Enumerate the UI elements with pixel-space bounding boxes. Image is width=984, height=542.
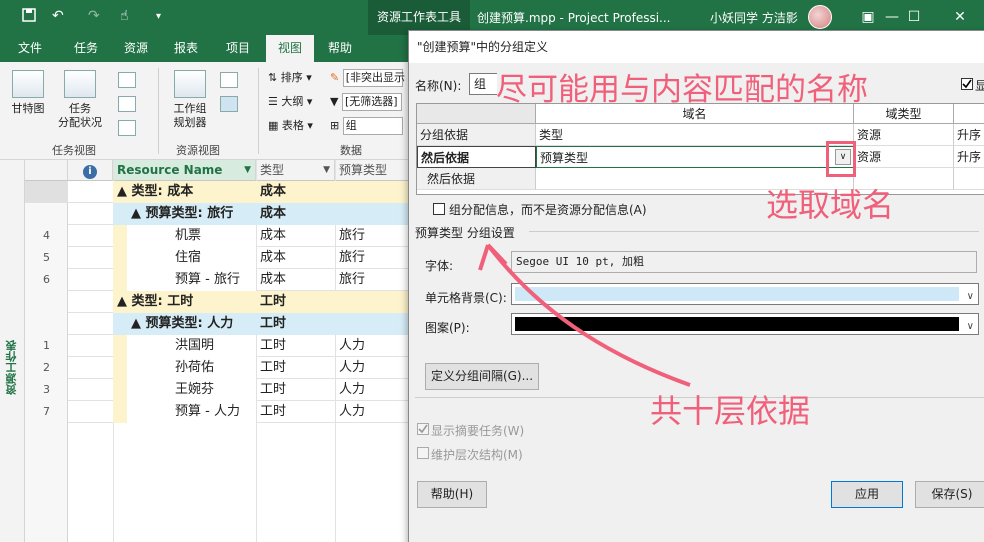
annotation-field-tip: 选取域名	[766, 186, 895, 224]
highlight-box	[826, 141, 856, 177]
annotation-name-tip: 尽可能用与内容匹配的名称	[496, 72, 868, 108]
annotation-levels-tip: 共十层依据	[650, 392, 811, 430]
